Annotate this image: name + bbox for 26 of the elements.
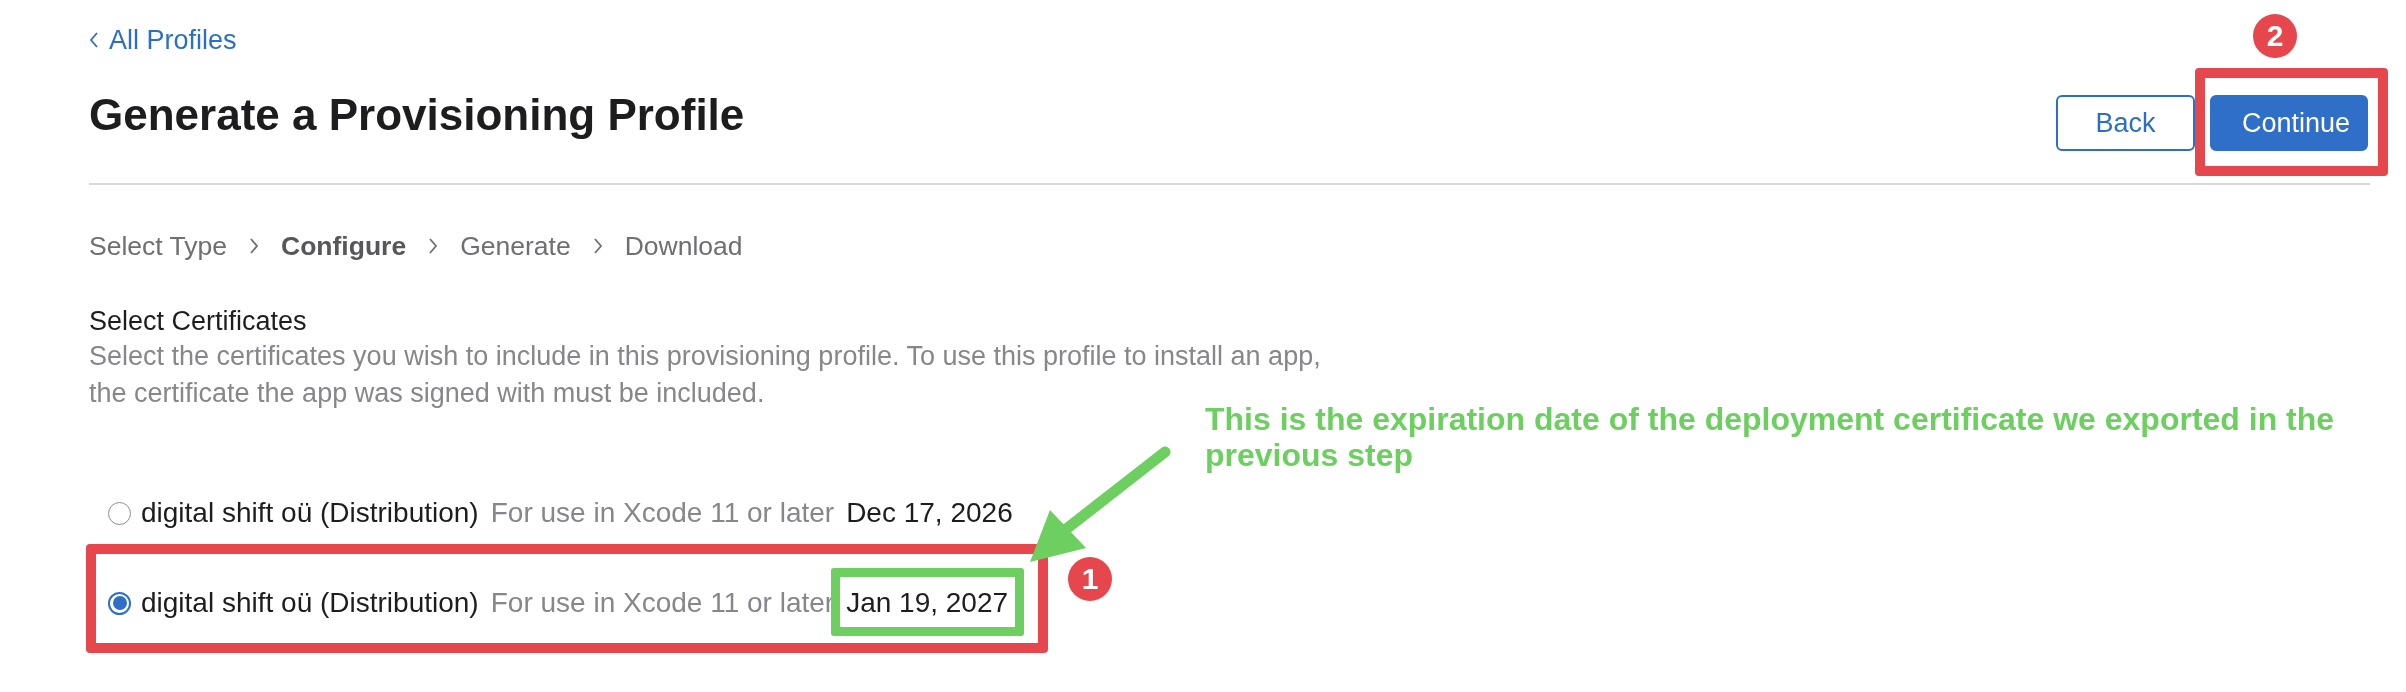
step-label: Configure [281, 230, 407, 263]
radio-button[interactable] [108, 591, 131, 615]
section-description: Select the certificates you wish to include in this provisioning profile. To use this profile to install an app, [89, 340, 1322, 373]
continue-button[interactable]: Continue [2210, 95, 2368, 151]
section-heading: Select Certificates [89, 305, 308, 338]
chevron-right-icon [249, 238, 259, 254]
step-badge: 1 [1068, 557, 1112, 601]
step-badge: 2 [2253, 14, 2297, 58]
radio-button[interactable] [108, 501, 131, 525]
certificate-note: For use in Xcode 11 or later [490, 587, 835, 619]
certificate-name: digital shift oü (Distribution) [141, 587, 479, 619]
step-label: Select Type [89, 230, 227, 263]
back-link[interactable]: All Profiles [89, 22, 237, 58]
expiration-date: Jan 19, 2027 [846, 587, 1009, 618]
chevron-right-icon [428, 238, 439, 254]
certificate-note: For use in Xcode 11 or later [490, 497, 835, 529]
annotation-text: This is the expiration date of the deployment certificate we exported in the previous step [1205, 401, 2336, 473]
step-label: Generate [460, 230, 571, 263]
page-title: Generate a Provisioning Profile [89, 90, 745, 140]
step-label: Download [624, 230, 743, 263]
expiration-date: Dec 17, 2026 [846, 497, 1013, 528]
section-description: the certificate the app was signed with must be included. [89, 377, 766, 410]
chevron-right-icon [592, 238, 603, 254]
certificate-name: digital shift oü (Distribution) [141, 497, 479, 529]
chevron-left-icon [89, 32, 99, 48]
back-button[interactable]: Back [2056, 95, 2195, 151]
